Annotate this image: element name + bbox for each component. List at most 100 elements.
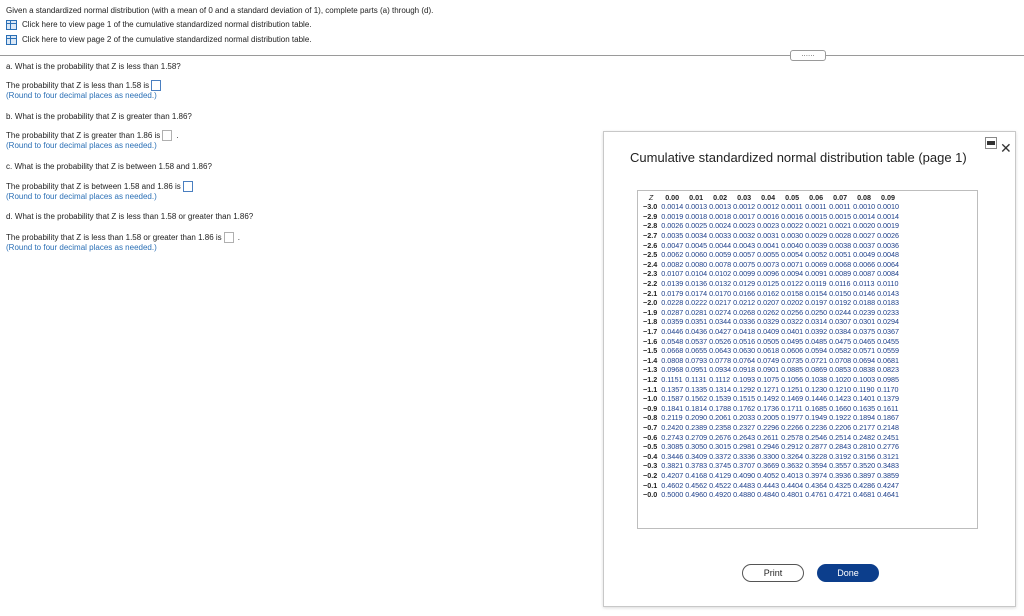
table-row: −2.2 0.0139 0.0136 0.0132 0.0129 0.0125 0.0122… [642,279,900,289]
table-page1-link[interactable]: Click here to view page 1 of the cumulat… [6,17,433,32]
probability-cell: 0.0122 [781,279,804,289]
probability-cell: 0.0023 [733,221,756,231]
minimize-button[interactable] [985,137,997,149]
probability-cell: 0.0495 [781,336,804,346]
column-header: 0.03 [737,193,752,202]
probability-cell: 0.0011 [829,202,851,212]
table-row: −1.4 0.0808 0.0793 0.0778 0.0764 0.0749 0.0735… [642,356,900,366]
answer-d-input[interactable] [223,232,234,243]
probability-cell: 0.1977 [781,413,804,423]
close-icon[interactable]: ✕ [1000,141,1012,155]
probability-cell: 0.2611 [757,432,779,442]
z-value: −1.6 [643,336,658,346]
probability-cell: 0.0064 [877,259,900,269]
probability-cell: 0.0028 [829,231,852,241]
probability-cell: 0.3632 [781,461,804,471]
probability-cell: 0.0197 [805,298,828,308]
answer-c-input[interactable] [182,181,193,192]
probability-cell: 0.3669 [757,461,780,471]
print-button[interactable]: Print [742,564,804,582]
done-button[interactable]: Done [817,564,879,582]
probability-cell: 0.3336 [733,451,756,461]
table-page1-link-text[interactable]: Click here to view page 1 of the cumulat… [22,20,312,29]
probability-cell: 0.0526 [709,336,732,346]
probability-cell: 0.2236 [805,422,828,432]
probability-cell: 0.0104 [685,269,708,279]
probability-cell: 0.0158 [781,288,804,298]
table-page2-link-text[interactable]: Click here to view page 2 of the cumulat… [22,35,312,44]
probability-cell: 0.0082 [661,259,684,269]
probability-cell: 0.0934 [709,365,732,375]
z-value: −2.9 [643,211,658,221]
probability-cell: 0.2514 [829,432,852,442]
probability-cell: 0.1056 [781,374,804,384]
probability-cell: 0.0392 [805,327,828,337]
probability-cell: 0.4052 [757,470,780,480]
probability-cell: 0.1379 [877,394,900,404]
probability-cell: 0.0694 [853,355,876,365]
z-table-header-row: Z 0.00 0.01 0.02 0.03 0.04 0.05 0.06 0.07 0.08 0.0… [642,193,900,202]
z-table: Z 0.00 0.01 0.02 0.03 0.04 0.05 0.06 0.07 0.08 0.0… [642,193,900,499]
probability-cell: 0.0116 [829,279,851,289]
probability-cell: 0.1587 [661,394,684,404]
z-value: −2.7 [643,231,658,241]
table-row: −2.4 0.0082 0.0080 0.0078 0.0075 0.0073 0.0071… [642,260,900,270]
column-header: 0.08 [857,193,872,202]
z-value: −0.3 [643,461,658,471]
probability-cell: 0.0021 [829,221,852,231]
probability-cell: 0.1492 [757,394,780,404]
answer-a-input[interactable] [151,80,162,91]
probability-cell: 0.0170 [709,288,732,298]
minimize-icon [987,141,995,145]
probability-cell: 0.1170 [877,384,899,394]
answer-b-input[interactable] [162,130,173,141]
table-page2-link[interactable]: Click here to view page 2 of the cumulat… [6,32,433,47]
probability-cell: 0.0020 [853,221,876,231]
probability-cell: 0.3745 [709,461,732,471]
probability-cell: 0.2296 [757,422,780,432]
probability-cell: 0.4247 [877,480,900,490]
probability-cell: 0.0011 [805,202,827,212]
z-value: −1.0 [643,394,658,404]
answer-c-hint: (Round to four decimal places as needed.… [6,192,157,201]
probability-cell: 0.0059 [709,250,732,260]
table-row: −1.5 0.0668 0.0655 0.0643 0.0630 0.0618 0.0606… [642,346,900,356]
probability-cell: 0.4641 [877,490,900,500]
table-row: −0.8 0.2119 0.2090 0.2061 0.2033 0.2005 0.1977… [642,413,900,423]
probability-cell: 0.4168 [685,470,708,480]
probability-cell: 0.1814 [685,403,708,413]
probability-cell: 0.2709 [685,432,708,442]
probability-cell: 0.2912 [781,442,804,452]
column-header: 0.07 [833,193,848,202]
column-header: 0.05 [785,193,800,202]
resize-handle[interactable]: ...... [790,50,826,61]
probability-cell: 0.0026 [877,231,900,241]
probability-cell: 0.0418 [733,327,756,337]
answer-d-hint: (Round to four decimal places as needed.… [6,243,157,252]
probability-cell: 0.0075 [733,259,756,269]
probability-cell: 0.0256 [781,307,804,317]
probability-cell: 0.0099 [733,269,756,279]
probability-cell: 0.0294 [877,317,900,327]
table-row: −2.5 0.0062 0.0060 0.0059 0.0057 0.0055 0.0054… [642,250,900,260]
probability-cell: 0.0212 [733,298,756,308]
probability-cell: 0.0351 [685,317,708,327]
column-header: 0.02 [713,193,728,202]
probability-cell: 0.0036 [877,240,900,250]
probability-cell: 0.0179 [661,288,684,298]
probability-cell: 0.4522 [709,480,732,490]
table-row: −0.7 0.2420 0.2389 0.2358 0.2327 0.2296 0.2266… [642,423,900,433]
probability-cell: 0.0239 [853,307,876,317]
probability-cell: 0.0183 [877,298,900,308]
probability-cell: 0.2327 [733,422,756,432]
probability-cell: 0.0014 [661,202,684,212]
probability-cell: 0.2546 [805,432,828,442]
probability-cell: 0.0078 [709,259,732,269]
probability-cell: 0.0901 [757,365,780,375]
table-row: −0.9 0.1841 0.1814 0.1788 0.1762 0.1736 0.1711… [642,403,900,413]
probability-cell: 0.2005 [757,413,780,423]
probability-cell: 0.4483 [733,480,756,490]
z-value: −0.2 [643,470,658,480]
z-value: −2.0 [643,298,658,308]
probability-cell: 0.0060 [685,250,708,260]
